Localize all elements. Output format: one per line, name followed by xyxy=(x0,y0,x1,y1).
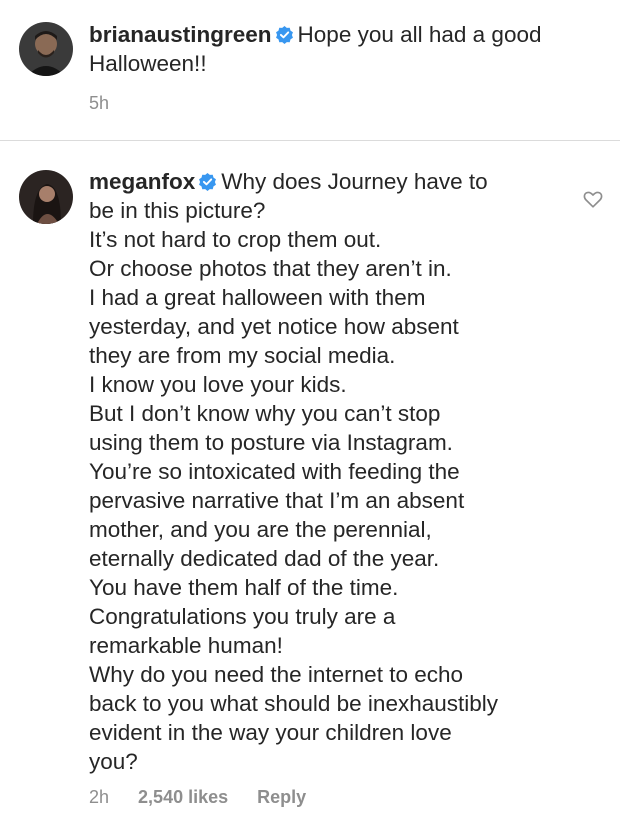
username-link[interactable]: meganfox xyxy=(89,169,195,194)
timestamp: 5h xyxy=(89,93,110,113)
comment-line: pervasive narrative that I’m an absent xyxy=(89,488,465,513)
username-link[interactable]: brianaustingreen xyxy=(89,22,272,47)
timestamp: 2h xyxy=(89,787,110,807)
reply-button[interactable]: Reply xyxy=(257,787,306,807)
likes-count[interactable]: 2,540 likes xyxy=(138,787,228,807)
profile-photo xyxy=(19,170,73,224)
comment-line: you? xyxy=(89,749,138,774)
comment-line: back to you what should be inexhaustibly xyxy=(89,691,499,716)
verified-badge-icon xyxy=(275,25,293,44)
divider xyxy=(0,140,620,141)
caption-meta: 5h xyxy=(89,93,133,114)
caption-text: brianaustingreen Hope you all had a good … xyxy=(89,20,599,78)
comment-line: Why does Journey have to xyxy=(221,169,488,194)
comment-line: It’s not hard to crop them out. xyxy=(89,227,382,252)
comment-line: I had a great halloween with them xyxy=(89,285,426,310)
comment-line: But I don’t know why you can’t stop xyxy=(89,401,441,426)
comment-line: yesterday, and yet notice how absent xyxy=(89,314,459,339)
profile-photo xyxy=(19,22,73,76)
comment-line: I know you love your kids. xyxy=(89,372,347,397)
caption-line: Halloween!! xyxy=(89,51,207,76)
verified-badge-icon xyxy=(199,172,217,191)
comment-line: You have them half of the time. xyxy=(89,575,399,600)
comment-line: using them to posture via Instagram. xyxy=(89,430,453,455)
comment-line: eternally dedicated dad of the year. xyxy=(89,546,440,571)
comment-line: You’re so intoxicated with feeding the xyxy=(89,459,460,484)
comment-text: meganfox Why does Journey have to be in t… xyxy=(89,167,559,776)
caption-line: Hope you all had a good xyxy=(297,22,542,47)
post-caption: brianaustingreen Hope you all had a good … xyxy=(0,0,620,140)
heart-icon[interactable] xyxy=(582,188,604,210)
comment-line: remarkable human! xyxy=(89,633,283,658)
comment-line: Or choose photos that they aren’t in. xyxy=(89,256,452,281)
comment-line: be in this picture? xyxy=(89,198,266,223)
comment-line: Why do you need the internet to echo xyxy=(89,662,463,687)
comment-meta: 2h 2,540 likes Reply xyxy=(89,787,330,808)
comment-line: they are from my social media. xyxy=(89,343,396,368)
avatar[interactable] xyxy=(19,22,73,76)
avatar[interactable] xyxy=(19,170,73,224)
comment-line: evident in the way your children love xyxy=(89,720,452,745)
comment-line: Congratulations you truly are a xyxy=(89,604,396,629)
comment-line: mother, and you are the perennial, xyxy=(89,517,432,542)
